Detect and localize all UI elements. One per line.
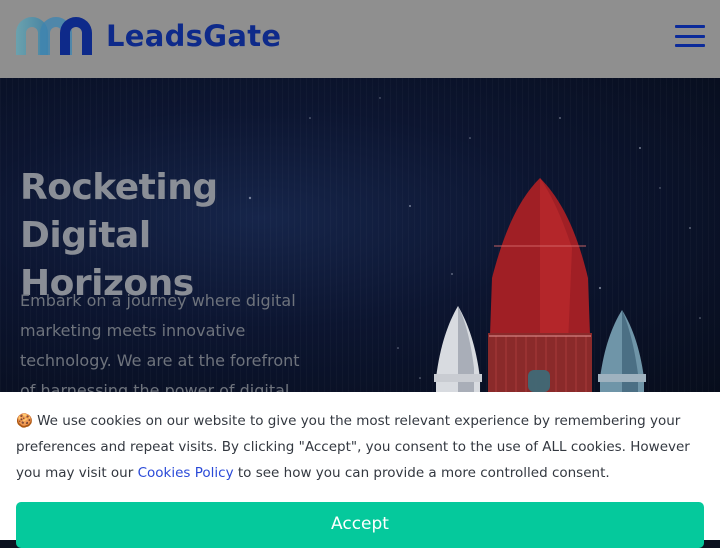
leadsgate-logo-icon [16, 17, 92, 55]
hero-section: Rocketing Digital Horizons Embark on a j… [0, 78, 720, 392]
site-header: LeadsGate [0, 0, 720, 78]
cookie-text-after-link: to see how you can provide a more contro… [233, 465, 610, 481]
cookie-icon: 🍪 [16, 413, 33, 429]
cookie-message: 🍪 We use cookies on our website to give … [16, 408, 706, 486]
red-rocket [488, 178, 592, 392]
white-rocket-right [598, 310, 646, 392]
white-rocket-left [434, 306, 482, 392]
hamburger-menu-icon[interactable] [675, 25, 705, 47]
accept-cookies-button[interactable]: Accept [16, 502, 704, 548]
menu-line [675, 34, 705, 38]
brand-name: LeadsGate [106, 19, 282, 53]
cookie-banner: 🍪 We use cookies on our website to give … [0, 392, 720, 548]
menu-line [675, 25, 705, 28]
cookies-policy-link[interactable]: Cookies Policy [138, 465, 234, 481]
logo[interactable]: LeadsGate [14, 14, 281, 58]
hero-description: Embark on a journey where digital market… [20, 291, 300, 392]
launch-tower [528, 370, 550, 392]
hero-title-line1: Rocketing Digital [20, 167, 218, 256]
menu-line [675, 44, 705, 47]
